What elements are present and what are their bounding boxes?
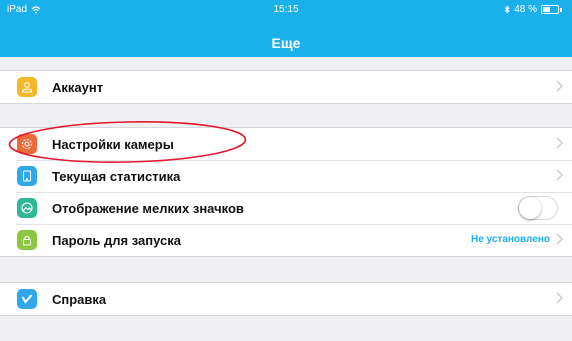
row-help[interactable]: Справка	[0, 283, 572, 315]
row-account[interactable]: Аккаунт	[0, 71, 572, 103]
image-icon	[17, 198, 37, 218]
row-label: Аккаунт	[52, 79, 104, 95]
small-icons-toggle[interactable]	[518, 196, 558, 220]
password-status-value: Не установлено	[471, 234, 550, 245]
row-label: Отображение мелких значков	[52, 200, 244, 216]
chevron-right-icon	[556, 169, 563, 181]
status-time: 15:15	[273, 4, 299, 15]
status-right: 48 %	[504, 4, 562, 15]
toggle-knob	[519, 197, 541, 219]
chevron-right-icon	[556, 80, 563, 92]
person-icon	[17, 77, 37, 97]
settings-group-account: Аккаунт	[0, 70, 572, 104]
vimeo-icon	[17, 289, 37, 309]
row-label: Пароль для запуска	[52, 232, 181, 248]
row-label: Текущая статистика	[52, 168, 181, 184]
page-title: Еще	[271, 35, 301, 51]
chevron-right-icon	[556, 233, 563, 245]
lock-icon	[17, 230, 37, 250]
row-label: Справка	[52, 291, 107, 307]
row-small-icons: Отображение мелких значков	[0, 192, 572, 224]
chevron-right-icon	[556, 292, 563, 304]
chevron-right-icon	[556, 137, 563, 149]
battery-icon	[541, 5, 559, 14]
battery-level	[543, 7, 550, 12]
navigation-header: iPad 15:15 48 % Еще	[0, 0, 572, 57]
battery-tip	[560, 7, 562, 12]
status-bar: iPad 15:15 48 %	[0, 0, 572, 18]
highlight-ellipse	[8, 121, 247, 163]
tablet-icon	[17, 166, 37, 186]
bluetooth-icon	[504, 5, 510, 14]
battery-percent: 48 %	[514, 4, 537, 15]
row-launch-password[interactable]: Пароль для запуска Не установлено	[0, 224, 572, 256]
settings-group-help: Справка	[0, 282, 572, 316]
